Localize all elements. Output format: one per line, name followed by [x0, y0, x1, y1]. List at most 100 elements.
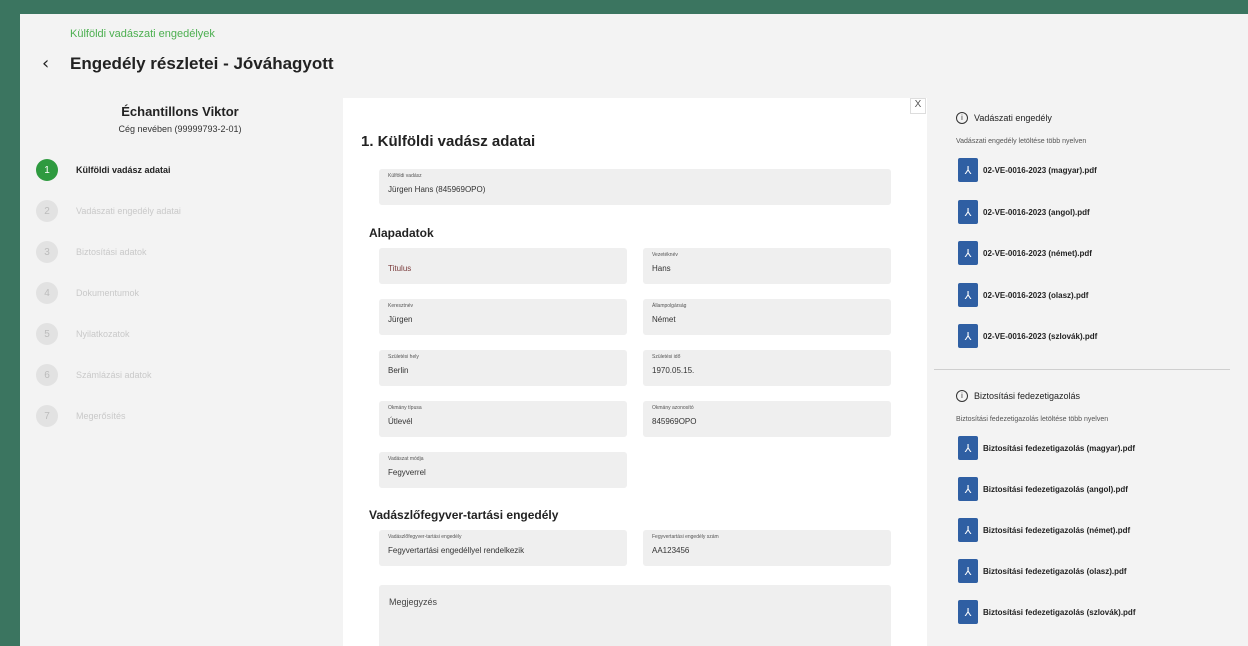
panel-title: Biztosítási fedezetigazolás	[974, 391, 1081, 401]
pdf-icon: ⅄	[958, 477, 978, 501]
step-label: Dokumentumok	[76, 288, 140, 298]
step-number: 6	[36, 364, 58, 386]
note-placeholder: Megjegyzés	[389, 597, 438, 607]
field-value: Titulus	[388, 264, 412, 273]
step-label: Számlázási adatok	[76, 370, 152, 380]
step-number: 4	[36, 282, 58, 304]
panel-title: Vadászati engedély	[974, 113, 1052, 123]
info-icon: i	[956, 112, 968, 124]
szuletesi-ido-field[interactable]: Születési idő 1970.05.15.	[643, 350, 891, 386]
field-caption	[388, 252, 618, 260]
step-label: Megerősítés	[76, 411, 126, 421]
stepper: 1 Külföldi vadász adatai 2 Vadászati eng…	[36, 159, 181, 446]
panel-subtitle: Biztosítási fedezetigazolás letöltése tö…	[956, 416, 1109, 423]
okmany-azonosito-field[interactable]: Okmány azonosító 845969OPO	[643, 401, 891, 437]
szuletesi-hely-field[interactable]: Születési hely Berlin	[379, 350, 627, 386]
weapon-number-field[interactable]: Fegyvertartási engedély szám AA123456	[643, 530, 891, 566]
field-caption: Vadászlőfegyver-tartási engedély	[388, 534, 462, 540]
step-number: 2	[36, 200, 58, 222]
step-5[interactable]: 5 Nyilatkozatok	[36, 323, 181, 364]
step-label: Nyilatkozatok	[76, 329, 130, 339]
pdf-icon: ⅄	[958, 324, 978, 348]
field-value: 845969OPO	[652, 417, 697, 426]
pdf-download-link[interactable]: ⅄ 02-VE-0016-2023 (magyar).pdf	[958, 158, 1097, 182]
pdf-filename: 02-VE-0016-2023 (szlovák).pdf	[983, 331, 1098, 341]
back-chevron-icon[interactable]: ‹	[42, 55, 49, 73]
insurance-panel: i Biztosítási fedezetigazolás Biztosítás…	[934, 384, 1230, 646]
field-value: AA123456	[652, 546, 690, 555]
okmany-tipusa-field[interactable]: Okmány típusa Útlevél	[379, 401, 627, 437]
field-value: Berlin	[388, 366, 409, 375]
pdf-filename: Biztosítási fedezetigazolás (angol).pdf	[983, 484, 1128, 494]
panel-divider	[934, 369, 1230, 370]
weapon-permit-field[interactable]: Vadászlőfegyver-tartási engedély Fegyver…	[379, 530, 627, 566]
pdf-download-link[interactable]: ⅄ 02-VE-0016-2023 (olasz).pdf	[958, 283, 1088, 307]
app-window: Külföldi vadászati engedélyek ‹ Engedély…	[20, 14, 1248, 646]
step-6[interactable]: 6 Számlázási adatok	[36, 364, 181, 405]
pdf-filename: Biztosítási fedezetigazolás (német).pdf	[983, 525, 1131, 535]
section-title: 1. Külföldi vadász adatai	[361, 133, 536, 150]
user-name: Échantillons Viktor	[121, 104, 239, 119]
step-7[interactable]: 7 Megerősítés	[36, 405, 181, 446]
pdf-download-link[interactable]: ⅄ 02-VE-0016-2023 (német).pdf	[958, 241, 1092, 265]
pdf-icon: ⅄	[958, 283, 978, 307]
hunter-select[interactable]: Külföldi vadász Jürgen Hans (845969OPO)	[379, 169, 891, 205]
field-caption: Születési hely	[388, 354, 419, 360]
field-value: Fegyverrel	[388, 468, 426, 477]
company-name: Cég nevében (99999793-2-01)	[118, 124, 242, 134]
pdf-filename: 02-VE-0016-2023 (olasz).pdf	[983, 290, 1089, 300]
field-caption: Fegyvertartási engedély szám	[652, 534, 719, 540]
step-label: Vadászati engedély adatai	[76, 206, 181, 216]
field-value: 1970.05.15.	[652, 366, 695, 375]
pdf-download-link[interactable]: ⅄ Biztosítási fedezetigazolás (német).pd…	[958, 518, 1130, 542]
step-4[interactable]: 4 Dokumentumok	[36, 282, 181, 323]
pdf-download-link[interactable]: ⅄ Biztosítási fedezetigazolás (olasz).pd…	[958, 559, 1127, 583]
field-value: Fegyvertartási engedéllyel rendelkezik	[388, 546, 525, 555]
breadcrumb[interactable]: Külföldi vadászati engedélyek	[70, 28, 215, 40]
step-2[interactable]: 2 Vadászati engedély adatai	[36, 200, 181, 241]
field-caption: Okmány azonosító	[652, 405, 694, 411]
info-icon: i	[956, 390, 968, 402]
pdf-filename: Biztosítási fedezetigazolás (olasz).pdf	[983, 566, 1127, 576]
pdf-download-link[interactable]: ⅄ Biztosítási fedezetigazolás (angol).pd…	[958, 477, 1128, 501]
pdf-filename: Biztosítási fedezetigazolás (magyar).pdf	[983, 443, 1136, 453]
pdf-download-link[interactable]: ⅄ Biztosítási fedezetigazolás (magyar).p…	[958, 436, 1135, 460]
pdf-filename: 02-VE-0016-2023 (német).pdf	[983, 248, 1092, 258]
step-number: 3	[36, 241, 58, 263]
field-value: Német	[652, 315, 676, 324]
pdf-icon: ⅄	[958, 200, 978, 224]
field-caption: Keresztnév	[388, 303, 414, 309]
titulus-field[interactable]: Titulus	[379, 248, 627, 284]
note-textarea[interactable]: Megjegyzés	[379, 585, 891, 646]
pdf-filename: 02-VE-0016-2023 (magyar).pdf	[983, 165, 1097, 175]
vadaszat-modja-field[interactable]: Vadászat módja Fegyverrel	[379, 452, 627, 488]
vezeteknev-field[interactable]: Vezetéknév Hans	[643, 248, 891, 284]
step-number: 1	[36, 159, 58, 181]
page-title: Engedély részletei - Jóváhagyott	[70, 54, 334, 73]
step-number: 5	[36, 323, 58, 345]
field-caption: Születési idő	[652, 354, 681, 360]
keresztnev-field[interactable]: Keresztnév Jürgen	[379, 299, 627, 335]
step-label: Biztosítási adatok	[76, 247, 147, 257]
pdf-icon: ⅄	[958, 600, 978, 624]
field-caption: Külföldi vadász	[388, 173, 422, 179]
form-card: X 1. Külföldi vadász adatai Külföldi vad…	[343, 98, 927, 646]
weapon-permit-title: Vadászlőfegyver-tartási engedély	[369, 508, 559, 522]
pdf-download-link[interactable]: ⅄ 02-VE-0016-2023 (angol).pdf	[958, 200, 1090, 224]
field-value: Jürgen	[388, 315, 413, 324]
pdf-icon: ⅄	[958, 518, 978, 542]
step-3[interactable]: 3 Biztosítási adatok	[36, 241, 181, 282]
close-icon[interactable]: X	[910, 98, 926, 114]
field-caption: Vezetéknév	[652, 252, 678, 258]
field-caption: Okmány típusa	[388, 405, 422, 411]
step-1[interactable]: 1 Külföldi vadász adatai	[36, 159, 181, 200]
pdf-icon: ⅄	[958, 436, 978, 460]
pdf-download-link[interactable]: ⅄ Biztosítási fedezetigazolás (szlovák).…	[958, 600, 1135, 624]
allampolgarsag-field[interactable]: Állampolgárság Német	[643, 299, 891, 335]
step-number: 7	[36, 405, 58, 427]
pdf-download-link[interactable]: ⅄ 02-VE-0016-2023 (szlovák).pdf	[958, 324, 1097, 348]
field-caption: Állampolgárság	[652, 303, 687, 309]
pdf-icon: ⅄	[958, 158, 978, 182]
field-caption: Vadászat módja	[388, 456, 424, 462]
pdf-icon: ⅄	[958, 559, 978, 583]
